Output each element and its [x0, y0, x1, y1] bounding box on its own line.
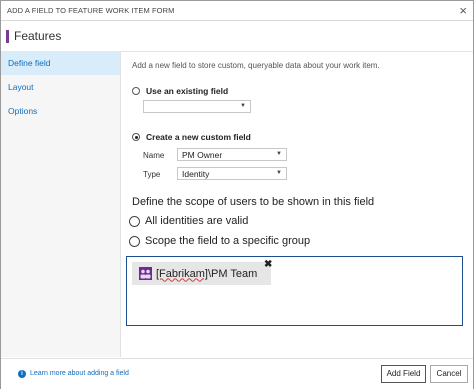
- radio-unchecked-icon: [129, 215, 140, 227]
- group-chip-label: [Fabrikam]\PM Team: [156, 268, 257, 280]
- main-content: Add a new field to store custom, queryab…: [121, 51, 473, 357]
- name-label: Name: [143, 151, 165, 160]
- group-chip-suffix: \PM Team: [207, 267, 258, 280]
- group-picker-input[interactable]: [Fabrikam]\PM Team ✖: [126, 256, 463, 326]
- description-text: Add a new field to store custom, queryab…: [132, 61, 380, 70]
- add-field-dialog: ADD A FIELD TO FEATURE WORK ITEM FORM × …: [0, 0, 474, 389]
- radio-checked-icon: [132, 133, 140, 141]
- dialog-title: ADD A FIELD TO FEATURE WORK ITEM FORM: [7, 6, 175, 15]
- type-label: Type: [143, 170, 161, 179]
- work-item-color-bar: [6, 30, 9, 43]
- create-custom-field-label: Create a new custom field: [146, 132, 251, 142]
- learn-more-link[interactable]: Learn more about adding a field: [30, 370, 129, 377]
- all-identities-radio[interactable]: All identities are valid: [129, 215, 248, 227]
- info-icon: i: [18, 370, 26, 378]
- sidebar-item-define-field[interactable]: Define field: [1, 51, 120, 75]
- sidebar-item-label: Layout: [8, 82, 34, 92]
- add-field-button[interactable]: Add Field: [381, 365, 426, 383]
- chevron-down-icon: ▼: [276, 170, 282, 176]
- sidebar-item-options[interactable]: Options: [1, 99, 120, 123]
- use-existing-field-radio[interactable]: Use an existing field: [132, 86, 228, 96]
- dialog-titlebar: ADD A FIELD TO FEATURE WORK ITEM FORM ×: [1, 1, 473, 21]
- sidebar-item-label: Options: [8, 106, 38, 116]
- group-icon: [139, 267, 152, 280]
- sidebar: Define field Layout Options: [1, 51, 121, 357]
- name-value: PM Owner: [182, 150, 223, 160]
- dialog-footer: i Learn more about adding a field Add Fi…: [1, 358, 473, 389]
- type-select[interactable]: Identity ▼: [177, 167, 287, 180]
- type-value: Identity: [182, 169, 210, 179]
- existing-field-select[interactable]: ▼: [143, 100, 251, 113]
- radio-unchecked-icon: [132, 87, 140, 95]
- work-item-type-title: Features: [14, 29, 62, 43]
- group-chip: [Fabrikam]\PM Team ✖: [132, 259, 272, 285]
- dialog-header: Features: [1, 21, 473, 52]
- scope-title: Define the scope of users to be shown in…: [132, 196, 375, 208]
- group-chip-prefix: [Fabrikam]: [156, 267, 208, 280]
- cancel-button[interactable]: Cancel: [430, 365, 468, 383]
- name-field[interactable]: PM Owner ▼: [177, 148, 287, 161]
- chevron-down-icon: ▼: [240, 103, 246, 109]
- sidebar-item-label: Define field: [8, 58, 51, 68]
- all-identities-label: All identities are valid: [145, 215, 249, 227]
- use-existing-field-label: Use an existing field: [146, 86, 229, 96]
- close-icon[interactable]: ×: [459, 3, 467, 18]
- remove-icon[interactable]: ✖: [264, 259, 272, 270]
- specific-group-radio[interactable]: Scope the field to a specific group: [129, 235, 310, 247]
- specific-group-label: Scope the field to a specific group: [145, 235, 311, 247]
- radio-unchecked-icon: [129, 235, 140, 247]
- create-custom-field-radio[interactable]: Create a new custom field: [132, 132, 251, 142]
- chevron-down-icon: ▼: [276, 151, 282, 157]
- sidebar-item-layout[interactable]: Layout: [1, 75, 120, 99]
